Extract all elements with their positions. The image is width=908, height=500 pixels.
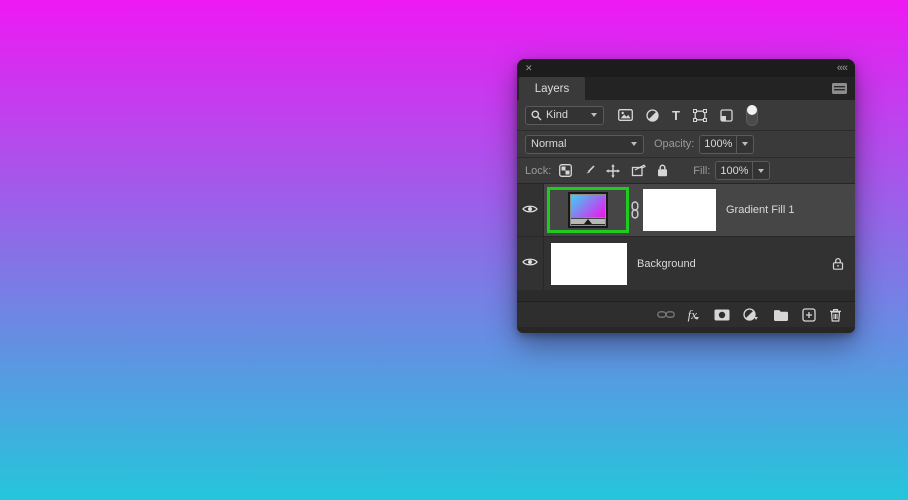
filter-kind-dropdown[interactable]: Kind: [525, 106, 604, 125]
layer-filter-toggle[interactable]: [746, 105, 758, 126]
tab-layers[interactable]: Layers: [519, 77, 585, 100]
layers-list: Gradient Fill 1 Background: [517, 184, 855, 301]
search-icon: [531, 110, 542, 121]
eye-icon: [522, 204, 538, 217]
panel-titlebar: ✕ ««: [517, 59, 855, 77]
fill-dropdown-button[interactable]: [753, 161, 770, 180]
panel-tab-row: Layers: [517, 77, 855, 100]
adjustment-layer-filter-icon[interactable]: [646, 109, 659, 122]
panel-menu-icon[interactable]: [832, 83, 847, 94]
new-layer-icon[interactable]: [802, 308, 816, 322]
tab-spacer: [585, 77, 832, 100]
pixel-layer-filter-icon[interactable]: [618, 109, 633, 121]
gradient-thumbnail-preview: [571, 195, 605, 217]
mask-link-icon[interactable]: [630, 201, 640, 219]
filter-row: Kind T: [517, 100, 855, 131]
layer-thumbnail[interactable]: [551, 243, 627, 285]
blend-mode-dropdown[interactable]: Normal: [525, 135, 644, 154]
blend-mode-value: Normal: [531, 138, 566, 150]
layer-name[interactable]: Gradient Fill 1: [726, 204, 794, 216]
gradient-fill-thumbnail[interactable]: [568, 192, 608, 228]
gradient-thumbnail-slider: [571, 218, 605, 225]
shape-layer-filter-icon[interactable]: [693, 109, 707, 122]
new-adjustment-icon[interactable]: [743, 308, 760, 321]
layer-style-icon[interactable]: fx: [688, 307, 701, 323]
fill-value-field[interactable]: 100%: [715, 161, 753, 180]
opacity-dropdown-button[interactable]: [737, 135, 754, 154]
type-layer-filter-icon[interactable]: T: [672, 109, 680, 122]
chevron-down-icon: [742, 142, 749, 146]
opacity-label: Opacity:: [654, 138, 694, 150]
lock-artboard-icon[interactable]: [631, 164, 646, 177]
annotation-highlight-box: [547, 187, 629, 233]
fx-label: fx: [688, 307, 697, 323]
layers-panel: ✕ «« Layers Kind T: [517, 59, 855, 333]
layer-row-gradient-fill[interactable]: Gradient Fill 1: [517, 184, 855, 237]
panel-footer: [517, 327, 855, 333]
panel-bottom-toolbar: fx: [517, 301, 855, 327]
tab-layers-label: Layers: [535, 83, 570, 95]
layer-mask-thumbnail[interactable]: [643, 189, 716, 231]
layers-empty-area: [517, 290, 855, 301]
collapse-panel-icon[interactable]: ««: [837, 63, 847, 74]
lock-label: Lock:: [525, 165, 551, 177]
fill-value: 100%: [720, 165, 748, 177]
link-layers-icon[interactable]: [657, 310, 675, 319]
layer-name[interactable]: Background: [637, 258, 696, 270]
lock-transparency-icon[interactable]: [559, 164, 572, 177]
lock-pixels-icon[interactable]: [583, 165, 595, 177]
eye-icon: [522, 257, 538, 270]
smart-object-filter-icon[interactable]: [720, 109, 733, 122]
visibility-toggle[interactable]: [517, 237, 544, 290]
lock-position-icon[interactable]: [606, 164, 620, 178]
caret-down-icon: [754, 317, 758, 320]
fill-label: Fill:: [693, 165, 710, 177]
caret-down-icon: [695, 317, 699, 320]
new-group-icon[interactable]: [773, 309, 789, 321]
filter-kind-label: Kind: [546, 109, 568, 121]
visibility-toggle[interactable]: [517, 184, 544, 236]
add-mask-icon[interactable]: [714, 309, 730, 321]
opacity-value: 100%: [704, 138, 732, 150]
blend-row: Normal Opacity: 100%: [517, 131, 855, 158]
lock-all-icon[interactable]: [657, 164, 668, 177]
chevron-down-icon: [631, 142, 638, 146]
close-icon[interactable]: ✕: [525, 64, 533, 73]
delete-layer-icon[interactable]: [829, 308, 842, 322]
lock-row: Lock: Fill: 100%: [517, 158, 855, 184]
chevron-down-icon: [591, 113, 598, 117]
layer-locked-icon[interactable]: [832, 257, 844, 270]
opacity-value-field[interactable]: 100%: [699, 135, 737, 154]
layer-row-background[interactable]: Background: [517, 237, 855, 290]
chevron-down-icon: [758, 169, 765, 173]
